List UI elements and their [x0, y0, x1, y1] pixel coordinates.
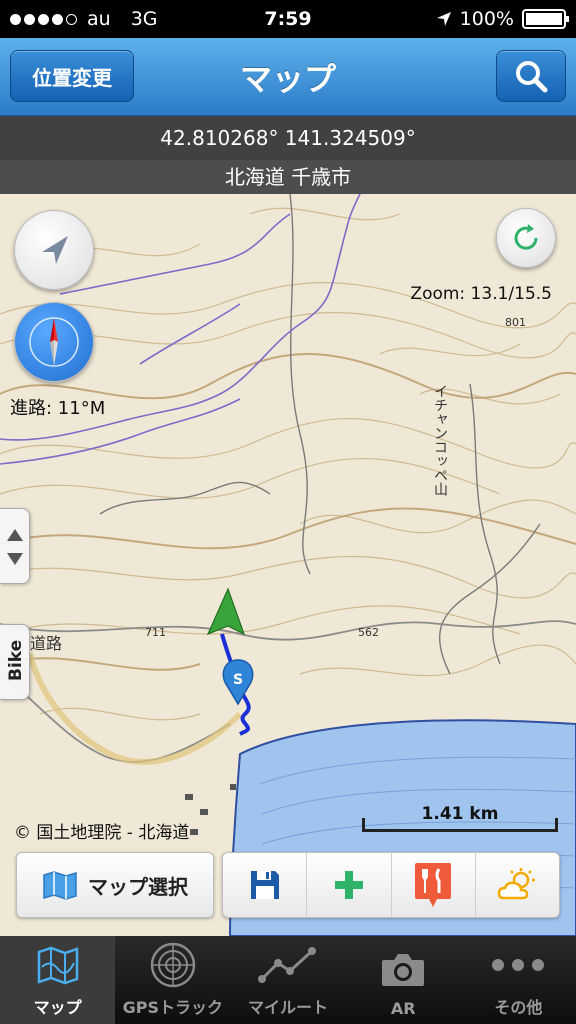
route-icon [258, 947, 316, 983]
tab-more[interactable]: その他 [461, 936, 576, 1024]
place-name: 北海道 千歳市 [0, 160, 576, 194]
nav-bar: 位置変更 マップ [0, 38, 576, 116]
refresh-icon [514, 224, 538, 250]
compass-icon [29, 317, 79, 367]
search-icon [516, 61, 548, 93]
bike-mode-label: Bike [6, 639, 26, 681]
map-label-road: 道路 [30, 634, 62, 653]
tab-map[interactable]: マップ [0, 936, 116, 1024]
map-icon [43, 871, 77, 900]
save-icon [250, 871, 279, 899]
map-scale-bar: 1.41 km [360, 804, 560, 838]
zoom-level: Zoom: 13.1/15.5 [410, 284, 552, 304]
radar-icon [150, 942, 196, 988]
tab-ar[interactable]: AR [346, 936, 461, 1024]
map-label-elevation-711: 711 [145, 626, 166, 639]
map-copyright: © 国土地理院 - 北海道 [14, 823, 190, 843]
map-select-label: マップ選択 [88, 874, 188, 899]
locate-button[interactable] [14, 210, 94, 290]
map-tab-icon [37, 946, 78, 985]
compass-button[interactable] [14, 302, 94, 382]
tab-more-label: その他 [494, 998, 543, 1017]
coordinates-display: 42.810268° 141.324509° [0, 116, 576, 160]
status-bar: au 3G 7:59 100% [0, 0, 576, 38]
refresh-button[interactable] [496, 208, 556, 268]
navigation-arrow-icon [42, 236, 68, 264]
tab-gps-track-label: GPSトラック [122, 998, 223, 1017]
restaurant-icon [415, 863, 452, 907]
save-button[interactable] [223, 853, 308, 917]
status-right: 100% [436, 8, 569, 30]
bike-mode-tab[interactable]: Bike [0, 624, 30, 700]
tab-my-route[interactable]: マイルート [230, 936, 345, 1024]
tab-bar: マップ GPSトラック マイルート AR その他 [0, 936, 576, 1024]
tab-map-label: マップ [33, 998, 82, 1017]
scale-line [362, 818, 558, 832]
map-select-button[interactable]: マップ選択 [16, 852, 214, 918]
tab-ar-label: AR [390, 999, 416, 1018]
tab-my-route-label: マイルート [248, 998, 329, 1017]
layer-scroll-tab[interactable] [0, 508, 30, 584]
camera-icon [382, 954, 425, 986]
map-label-elevation-562: 562 [358, 626, 379, 639]
action-toolbar [222, 852, 560, 918]
add-button[interactable] [307, 853, 392, 917]
add-icon [334, 871, 363, 899]
location-arrow-icon [436, 12, 451, 26]
more-icon [492, 959, 545, 971]
map-label-mountain: イチャンコッペ山 [432, 384, 448, 496]
up-down-arrows-icon [7, 529, 23, 565]
page-title: マップ [239, 60, 336, 98]
svg-text:S: S [233, 672, 243, 688]
tab-gps-track[interactable]: GPSトラック [115, 936, 230, 1024]
battery-icon [522, 9, 569, 29]
map-view[interactable]: イチャンコッペ山 801 562 711 道路 S Zoom: 13.1/15.… [0, 194, 576, 936]
restaurant-button[interactable] [392, 853, 476, 917]
search-button[interactable] [496, 50, 566, 102]
weather-icon [498, 868, 536, 900]
map-label-elevation-801: 801 [505, 316, 526, 329]
weather-button[interactable] [476, 853, 559, 917]
heading-readout: 進路: 11°M [10, 398, 106, 419]
battery-percent: 100% [459, 8, 514, 30]
